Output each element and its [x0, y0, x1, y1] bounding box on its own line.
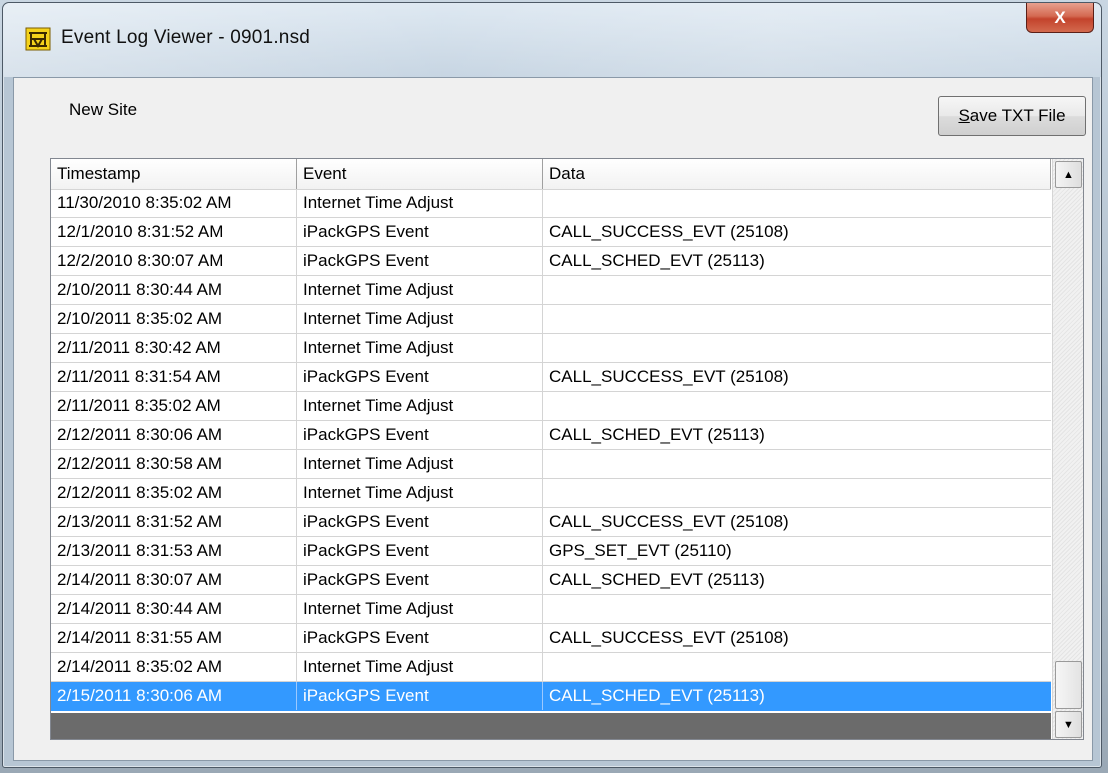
- table-row[interactable]: 2/11/2011 8:31:54 AM iPackGPS Event CALL_S…: [51, 363, 1051, 392]
- timestamp-cell: 2/13/2011 8:31:52 AM: [51, 508, 297, 536]
- table-row[interactable]: 2/13/2011 8:31:52 AM iPackGPS Event CALL_S…: [51, 508, 1051, 537]
- table-row[interactable]: 2/14/2011 8:30:07 AM iPackGPS Event CALL_S…: [51, 566, 1051, 595]
- event-cell: iPackGPS Event: [297, 421, 543, 449]
- save-txt-file-button[interactable]: Save TXT File: [938, 96, 1086, 136]
- data-cell: CALL_SCHED_EVT (25113): [549, 251, 765, 270]
- timestamp-cell: 2/12/2011 8:30:58 AM: [51, 450, 297, 478]
- event-cell: iPackGPS Event: [297, 537, 543, 565]
- event-cell: iPackGPS Event: [297, 218, 543, 246]
- data-cell: [543, 189, 1051, 217]
- event-cell: Internet Time Adjust: [297, 479, 543, 507]
- event-log-window: Event Log Viewer - 0901.nsd X New Site S…: [2, 2, 1102, 768]
- timestamp-cell: 2/10/2011 8:35:02 AM: [51, 305, 297, 333]
- timestamp-cell: 2/11/2011 8:31:54 AM: [51, 363, 297, 391]
- event-cell: iPackGPS Event: [297, 566, 543, 594]
- event-cell: Internet Time Adjust: [297, 450, 543, 478]
- event-cell: iPackGPS Event: [297, 508, 543, 536]
- timestamp-cell: 2/14/2011 8:30:07 AM: [51, 566, 297, 594]
- column-header-event[interactable]: Event: [297, 159, 543, 189]
- table-row[interactable]: 2/11/2011 8:30:42 AM Internet Time Adjust: [51, 334, 1051, 363]
- event-cell: Internet Time Adjust: [297, 653, 543, 681]
- list-rows: 11/30/2010 8:35:02 AM Internet Time Adjus…: [51, 189, 1051, 711]
- timestamp-cell: 2/14/2011 8:30:44 AM: [51, 595, 297, 623]
- table-row[interactable]: 12/2/2010 8:30:07 AM iPackGPS Event CALL_S…: [51, 247, 1051, 276]
- table-row[interactable]: 2/15/2011 8:30:06 AM iPackGPS Event CALL_S…: [51, 682, 1051, 711]
- data-cell: [543, 276, 1051, 304]
- table-row[interactable]: 2/14/2011 8:35:02 AM Internet Time Adjust: [51, 653, 1051, 682]
- timestamp-cell: 12/1/2010 8:31:52 AM: [51, 218, 297, 246]
- data-cell: [543, 653, 1051, 681]
- list-header: Timestamp Event Data: [51, 159, 1051, 190]
- app-icon: [25, 27, 51, 51]
- timestamp-cell: 11/30/2010 8:35:02 AM: [51, 189, 297, 217]
- event-cell: Internet Time Adjust: [297, 276, 543, 304]
- timestamp-cell: 2/14/2011 8:35:02 AM: [51, 653, 297, 681]
- close-icon: X: [1054, 7, 1066, 27]
- event-list-view[interactable]: Timestamp Event Data 11/30/2010 8:35:02 …: [50, 158, 1084, 740]
- scroll-up-button[interactable]: ▲: [1055, 161, 1082, 188]
- table-row[interactable]: 12/1/2010 8:31:52 AM iPackGPS Event CALL_S…: [51, 218, 1051, 247]
- data-cell: GPS_SET_EVT (25110): [549, 541, 732, 560]
- data-cell: [543, 450, 1051, 478]
- scroll-thumb[interactable]: [1055, 661, 1082, 709]
- table-row[interactable]: 2/14/2011 8:30:44 AM Internet Time Adjust: [51, 595, 1051, 624]
- timestamp-cell: 2/15/2011 8:30:06 AM: [51, 682, 297, 710]
- event-cell: iPackGPS Event: [297, 363, 543, 391]
- arrow-down-icon: ▼: [1063, 718, 1074, 731]
- scroll-down-button[interactable]: ▼: [1055, 711, 1082, 738]
- timestamp-cell: 2/14/2011 8:31:55 AM: [51, 624, 297, 652]
- table-row[interactable]: 2/13/2011 8:31:53 AM iPackGPS Event GPS_SE…: [51, 537, 1051, 566]
- data-cell: [543, 334, 1051, 362]
- data-cell: CALL_SUCCESS_EVT (25108): [549, 222, 789, 241]
- list-empty-band: [51, 713, 1051, 739]
- column-header-timestamp[interactable]: Timestamp: [51, 159, 297, 189]
- timestamp-cell: 2/12/2011 8:35:02 AM: [51, 479, 297, 507]
- table-row[interactable]: 2/10/2011 8:35:02 AM Internet Time Adjust: [51, 305, 1051, 334]
- site-name-label: New Site: [69, 100, 138, 119]
- table-row[interactable]: 2/12/2011 8:30:06 AM iPackGPS Event CALL_S…: [51, 421, 1051, 450]
- event-cell: iPackGPS Event: [297, 624, 543, 652]
- data-cell: [543, 595, 1051, 623]
- table-row[interactable]: 2/11/2011 8:35:02 AM Internet Time Adjust: [51, 392, 1051, 421]
- vertical-scrollbar[interactable]: ▲ ▼: [1052, 159, 1083, 739]
- data-cell: CALL_SUCCESS_EVT (25108): [549, 367, 789, 386]
- event-cell: iPackGPS Event: [297, 682, 543, 710]
- save-button-label: ave TXT File: [969, 106, 1066, 125]
- table-row[interactable]: 2/12/2011 8:35:02 AM Internet Time Adjust: [51, 479, 1051, 508]
- timestamp-cell: 2/12/2011 8:30:06 AM: [51, 421, 297, 449]
- data-cell: CALL_SCHED_EVT (25113): [549, 686, 765, 705]
- event-cell: iPackGPS Event: [297, 247, 543, 275]
- table-row[interactable]: 2/10/2011 8:30:44 AM Internet Time Adjust: [51, 276, 1051, 305]
- window-title: Event Log Viewer - 0901.nsd: [61, 27, 311, 48]
- event-cell: Internet Time Adjust: [297, 305, 543, 333]
- table-row[interactable]: 2/12/2011 8:30:58 AM Internet Time Adjust: [51, 450, 1051, 479]
- timestamp-cell: 2/11/2011 8:30:42 AM: [51, 334, 297, 362]
- data-cell: [543, 479, 1051, 507]
- table-row[interactable]: 2/14/2011 8:31:55 AM iPackGPS Event CALL_S…: [51, 624, 1051, 653]
- event-cell: Internet Time Adjust: [297, 334, 543, 362]
- data-cell: CALL_SCHED_EVT (25113): [549, 425, 765, 444]
- table-row[interactable]: 11/30/2010 8:35:02 AM Internet Time Adjus…: [51, 189, 1051, 218]
- client-area: New Site Save TXT File Timestamp Event D…: [13, 77, 1093, 761]
- timestamp-cell: 2/11/2011 8:35:02 AM: [51, 392, 297, 420]
- event-cell: Internet Time Adjust: [297, 189, 543, 217]
- arrow-up-icon: ▲: [1063, 168, 1074, 181]
- data-cell: [543, 305, 1051, 333]
- timestamp-cell: 2/13/2011 8:31:53 AM: [51, 537, 297, 565]
- timestamp-cell: 2/10/2011 8:30:44 AM: [51, 276, 297, 304]
- column-header-data[interactable]: Data: [543, 159, 1051, 189]
- timestamp-cell: 12/2/2010 8:30:07 AM: [51, 247, 297, 275]
- data-cell: CALL_SUCCESS_EVT (25108): [549, 512, 789, 531]
- event-cell: Internet Time Adjust: [297, 392, 543, 420]
- data-cell: CALL_SUCCESS_EVT (25108): [549, 628, 789, 647]
- save-button-mnemonic: S: [958, 106, 970, 125]
- title-bar[interactable]: Event Log Viewer - 0901.nsd X: [3, 3, 1101, 77]
- close-button[interactable]: X: [1026, 3, 1094, 33]
- data-cell: [543, 392, 1051, 420]
- data-cell: CALL_SCHED_EVT (25113): [549, 570, 765, 589]
- event-cell: Internet Time Adjust: [297, 595, 543, 623]
